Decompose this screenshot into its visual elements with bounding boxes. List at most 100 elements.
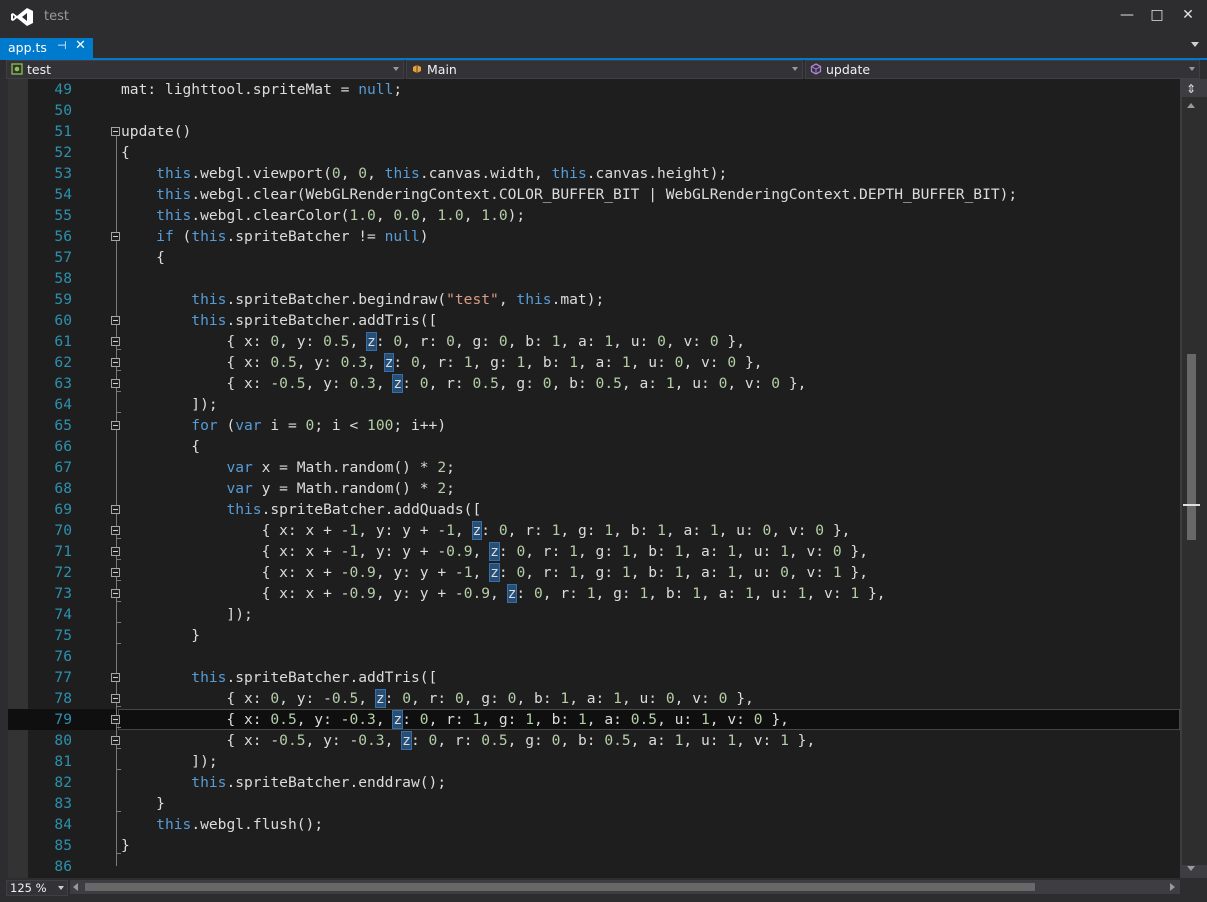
collapse-toggle-icon[interactable] [111, 421, 120, 430]
line-number: 78 [54, 690, 72, 707]
chevron-down-icon [58, 886, 64, 890]
code-line[interactable]: 80 { x: -0.5, y: -0.3, z: 0, r: 0.5, g: … [8, 730, 1180, 751]
pin-icon[interactable]: ⊣ [57, 39, 67, 52]
scroll-right-arrow-icon[interactable] [1170, 883, 1175, 891]
line-number: 86 [54, 858, 72, 875]
code-text: this.spriteBatcher.addTris([ [191, 312, 438, 329]
code-line[interactable]: 58 [8, 268, 1180, 289]
scroll-down-arrow-icon[interactable] [1187, 866, 1195, 871]
code-line[interactable]: 69 this.spriteBatcher.addQuads([ [8, 499, 1180, 520]
line-number: 55 [54, 207, 72, 224]
zoom-dropdown[interactable]: 125 % [6, 880, 68, 896]
maximize-button[interactable]: □ [1145, 4, 1169, 26]
code-text: this.webgl.viewport(0, 0, this.canvas.wi… [156, 165, 728, 182]
code-line[interactable]: 71 { x: x + -1, y: y + -0.9, z: 0, r: 1,… [8, 541, 1180, 562]
code-line[interactable]: 73 { x: x + -0.9, y: y + -0.9, z: 0, r: … [8, 583, 1180, 604]
code-line[interactable]: 66 { [8, 436, 1180, 457]
scroll-up-arrow-icon[interactable] [1187, 103, 1195, 108]
code-line[interactable]: 59 this.spriteBatcher.begindraw("test", … [8, 289, 1180, 310]
tab-app-ts[interactable]: app.ts ⊣ ✕ [0, 38, 93, 58]
line-number: 54 [54, 186, 72, 203]
line-number: 56 [54, 228, 72, 245]
code-line[interactable]: 51 update() [8, 121, 1180, 142]
code-text: ]); [121, 396, 218, 413]
collapse-toggle-icon[interactable] [111, 232, 120, 241]
split-window-icon[interactable]: ⇕ [1186, 82, 1196, 96]
line-number: 70 [54, 522, 72, 539]
code-line[interactable]: 57 { [8, 247, 1180, 268]
code-line[interactable]: 65 for (var i = 0; i < 100; i++) [8, 415, 1180, 436]
title-bar: test — □ ✕ [0, 0, 1207, 34]
code-line[interactable]: 50 [8, 100, 1180, 121]
code-line[interactable]: 77 this.spriteBatcher.addTris([ [8, 667, 1180, 688]
member-dropdown[interactable]: update [805, 60, 1200, 79]
code-line[interactable]: 56 if (this.spriteBatcher != null) [8, 226, 1180, 247]
close-window-button[interactable]: ✕ [1176, 4, 1200, 26]
scroll-left-arrow-icon[interactable] [73, 883, 78, 891]
code-line[interactable]: 78 { x: 0, y: -0.5, z: 0, r: 0, g: 0, b:… [8, 688, 1180, 709]
line-number: 68 [54, 480, 72, 497]
collapse-toggle-icon[interactable] [111, 526, 120, 535]
vertical-scroll-thumb[interactable] [1187, 354, 1196, 540]
code-line[interactable]: 74 ]); [8, 604, 1180, 625]
close-tab-icon[interactable]: ✕ [75, 38, 86, 53]
minimize-button[interactable]: — [1115, 4, 1139, 26]
code-line[interactable]: 55 this.webgl.clearColor(1.0, 0.0, 1.0, … [8, 205, 1180, 226]
code-line[interactable]: 49 mat: lighttool.spriteMat = null; [8, 79, 1180, 100]
code-line[interactable]: 62 { x: 0.5, y: 0.3, z: 0, r: 1, g: 1, b… [8, 352, 1180, 373]
code-line[interactable]: 61 { x: 0, y: 0.5, z: 0, r: 0, g: 0, b: … [8, 331, 1180, 352]
outline-end-tick [116, 412, 121, 413]
code-line[interactable]: 85} [8, 835, 1180, 856]
code-text: } [121, 795, 165, 812]
collapse-toggle-icon[interactable] [111, 127, 120, 136]
code-line[interactable]: 60 this.spriteBatcher.addTris([ [8, 310, 1180, 331]
type-dropdown[interactable]: Main [406, 60, 803, 79]
collapse-toggle-icon[interactable] [111, 736, 120, 745]
project-dropdown[interactable]: test [6, 60, 404, 79]
code-text: for (var i = 0; i < 100; i++) [191, 417, 447, 434]
collapse-toggle-icon[interactable] [111, 316, 120, 325]
collapse-toggle-icon[interactable] [111, 715, 120, 724]
line-number: 83 [54, 795, 72, 812]
code-text: { x: 0.5, y: 0.3, z: 0, r: 1, g: 1, b: 1… [121, 353, 763, 372]
code-line[interactable]: 75 } [8, 625, 1180, 646]
code-text: { x: x + -0.9, y: y + -1, z: 0, r: 1, g:… [121, 563, 868, 582]
collapse-toggle-icon[interactable] [111, 568, 120, 577]
code-line[interactable]: 79 { x: 0.5, y: -0.3, z: 0, r: 1, g: 1, … [8, 709, 1180, 730]
code-line[interactable]: 81 ]); [8, 751, 1180, 772]
code-line[interactable]: 67 var x = Math.random() * 2; [8, 457, 1180, 478]
visual-studio-logo-icon [11, 8, 33, 26]
code-line[interactable]: 72 { x: x + -0.9, y: y + -1, z: 0, r: 1,… [8, 562, 1180, 583]
collapse-toggle-icon[interactable] [111, 673, 120, 682]
code-line[interactable]: 82 this.spriteBatcher.enddraw(); [8, 772, 1180, 793]
code-line[interactable]: 64 ]); [8, 394, 1180, 415]
code-line[interactable]: 63 { x: -0.5, y: 0.3, z: 0, r: 0.5, g: 0… [8, 373, 1180, 394]
code-line[interactable]: 70 { x: x + -1, y: y + -1, z: 0, r: 1, g… [8, 520, 1180, 541]
collapse-toggle-icon[interactable] [111, 547, 120, 556]
code-editor[interactable]: 49 mat: lighttool.spriteMat = null; 50 51 up… [8, 79, 1180, 878]
collapse-toggle-icon[interactable] [111, 505, 120, 514]
line-number: 80 [54, 732, 72, 749]
code-line[interactable]: 76 [8, 646, 1180, 667]
code-line[interactable]: 68 var y = Math.random() * 2; [8, 478, 1180, 499]
code-line[interactable]: 54 this.webgl.clear(WebGLRenderingContex… [8, 184, 1180, 205]
collapse-toggle-icon[interactable] [111, 694, 120, 703]
code-line[interactable]: 52 { [8, 142, 1180, 163]
outline-end-tick [116, 391, 121, 392]
tab-overflow-chevron-down-icon[interactable] [1191, 42, 1199, 47]
collapse-toggle-icon[interactable] [111, 589, 120, 598]
outline-end-tick [116, 643, 121, 644]
outline-end-tick [116, 811, 121, 812]
collapse-toggle-icon[interactable] [111, 358, 120, 367]
collapse-toggle-icon[interactable] [111, 379, 120, 388]
code-text: { x: -0.5, y: -0.3, z: 0, r: 0.5, g: 0, … [121, 731, 816, 750]
horizontal-scroll-thumb[interactable] [85, 883, 1035, 891]
line-number: 61 [54, 333, 72, 350]
code-line[interactable]: 84 this.webgl.flush(); [8, 814, 1180, 835]
code-line[interactable]: 83 } [8, 793, 1180, 814]
code-line[interactable]: 53 this.webgl.viewport(0, 0, this.canvas… [8, 163, 1180, 184]
code-line[interactable]: 86 [8, 856, 1180, 877]
editor-left-border [0, 79, 8, 878]
outline-end-tick [116, 769, 121, 770]
collapse-toggle-icon[interactable] [111, 337, 120, 346]
